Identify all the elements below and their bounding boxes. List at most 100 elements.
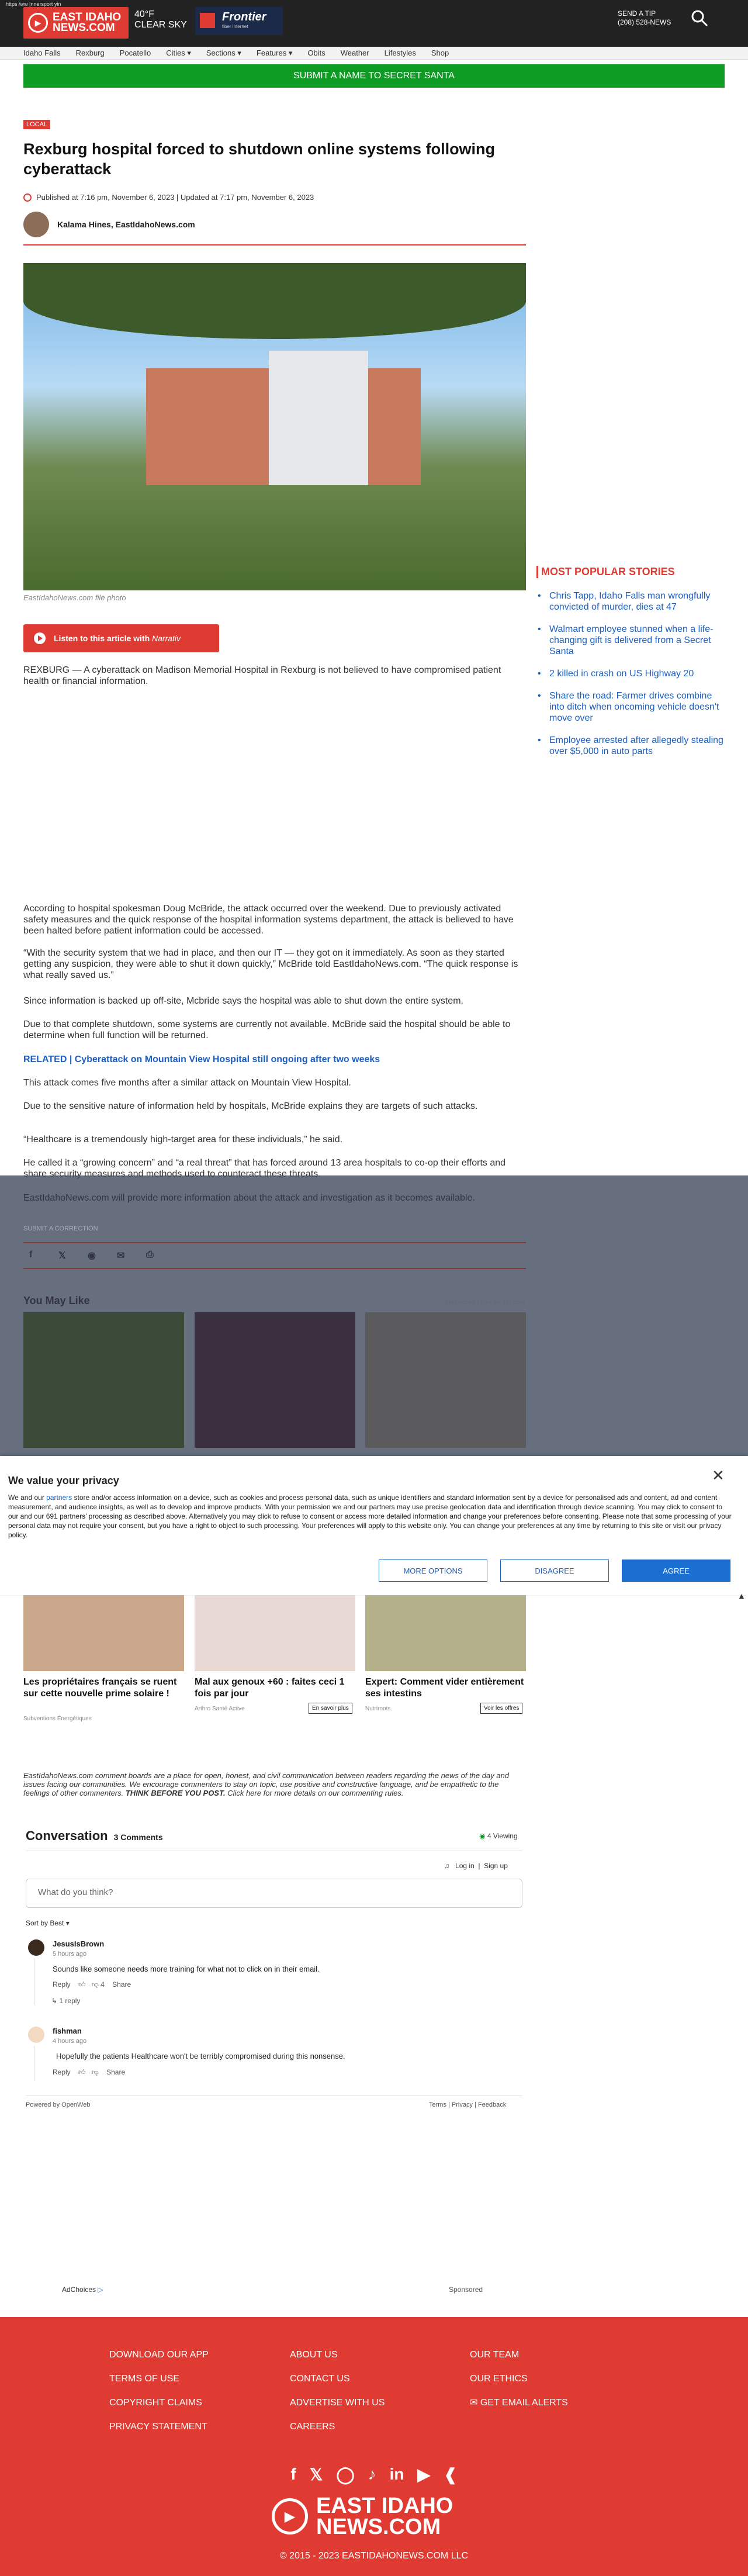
disagree-button[interactable]: DISAGREE [500,1560,609,1582]
sponsored-card-image[interactable] [195,1595,355,1671]
powered-by-openweb[interactable]: Powered by OpenWeb [26,2101,90,2108]
site-logo[interactable]: ▶ EAST IDAHO NEWS.COM [23,7,129,39]
replies-toggle[interactable]: ↳ 1 reply [51,1997,80,2005]
nav-item-pocatello[interactable]: Pocatello [120,49,151,57]
facebook-icon[interactable]: f [290,2465,296,2484]
bell-icon[interactable]: ♫ [444,1862,449,1870]
commenting-rules-link[interactable]: Click here for more details on our comme… [226,1789,403,1797]
thumbs-up-icon[interactable]: 👍︎ [78,1980,86,1989]
signup-link[interactable]: Sign up [484,1862,508,1870]
linkedin-icon[interactable]: in [390,2465,404,2484]
partners-link[interactable]: partners [46,1493,72,1502]
login-link[interactable]: Log in [455,1862,475,1870]
search-icon[interactable] [691,9,708,27]
footer-link[interactable]: OUR ETHICS [470,2367,568,2391]
chevron-up-icon[interactable]: ▲ [737,1591,746,1600]
nav-item-rexburg[interactable]: Rexburg [76,49,105,57]
footer-link[interactable]: DOWNLOAD OUR APP [109,2343,209,2367]
reddit-icon[interactable]: ◉ [88,1250,99,1261]
popular-story-link[interactable]: Chris Tapp, Idaho Falls man wrongfully c… [538,590,725,613]
facebook-icon[interactable]: f [29,1250,41,1261]
popular-story-link[interactable]: Employee arrested after allegedly steali… [538,735,725,757]
print-icon[interactable]: ⎙ [146,1250,158,1261]
sponsored-card-image[interactable] [365,1595,526,1671]
footer-logo[interactable]: ▶ EAST IDAHO NEWS.COM [272,2495,453,2538]
nav-item-lifestyles[interactable]: Lifestyles [385,49,416,57]
tip-phone: (208) 528-NEWS [618,18,671,26]
sort-dropdown[interactable]: Sort by Best ▾ [26,1919,70,1927]
footer-link[interactable]: CAREERS [290,2415,385,2439]
popular-story-link[interactable]: Share the road: Farmer drives combine in… [538,690,725,724]
learn-more-button[interactable]: En savoir plus [309,1703,352,1714]
reply-button[interactable]: Reply [53,2068,71,2076]
footer-link[interactable]: ABOUT US [290,2343,385,2367]
thumbs-up-icon[interactable]: 👍︎ [78,2068,86,2076]
taboola-label[interactable]: Sponsored Links by Taboola [444,1299,525,1306]
nav-item-sections[interactable]: Sections ▾ [206,49,241,58]
x-icon[interactable]: 𝕏 [310,2465,323,2484]
sponsored-card-image[interactable] [195,1312,355,1448]
footer-link[interactable]: OUR TEAM [470,2343,568,2367]
agree-button[interactable]: AGREE [622,1560,730,1582]
send-tip-link[interactable]: SEND A TIP (208) 528-NEWS [618,9,671,27]
chevron-down-icon: ▾ [65,1919,70,1927]
comment-author[interactable]: JesusIsBrown [53,1939,104,1948]
thumbs-down-icon[interactable]: 👎︎ [92,2068,99,2076]
category-tag[interactable]: LOCAL [23,120,51,129]
sponsored-card-title[interactable]: Les propriétaires français se ruent sur … [23,1676,184,1700]
frontier-ad[interactable]: Frontier fiber internet [195,7,283,35]
nav-item-features[interactable]: Features ▾ [257,49,292,58]
footer-link[interactable]: PRIVACY STATEMENT [109,2415,209,2439]
footer-link[interactable]: CONTACT US [290,2367,385,2391]
related-link[interactable]: RELATED | Cyberattack on Mountain View H… [23,1054,526,1065]
disclaimer-bold: THINK BEFORE YOU POST. [125,1789,226,1797]
privacy-text: We and our partners store and/or access … [8,1493,733,1540]
nav-item-idaho-falls[interactable]: Idaho Falls [23,49,61,57]
sponsored-card-title[interactable]: Mal aux genoux +60 : faites ceci 1 fois … [195,1676,355,1700]
x-icon[interactable]: 𝕏 [58,1250,70,1261]
email-icon[interactable]: ✉ [117,1250,129,1261]
sponsored-card-title[interactable]: Expert: Comment vider entièrement ses in… [365,1676,526,1700]
sponsored-card-image[interactable] [365,1312,526,1448]
reply-button[interactable]: Reply [53,1980,71,1989]
close-icon[interactable]: ✕ [712,1467,725,1485]
sponsored-card-image[interactable] [23,1595,184,1671]
comment-count: 3 Comments [113,1832,163,1842]
nav-item-shop[interactable]: Shop [431,49,449,57]
nav-item-cities[interactable]: Cities ▾ [166,49,191,58]
footer-link[interactable]: COPYRIGHT CLAIMS [109,2391,209,2415]
share-button[interactable]: Share [106,2068,125,2076]
instagram-icon[interactable]: ◯ [336,2465,354,2484]
weather-widget[interactable]: 40°F CLEAR SKY [134,9,187,30]
view-offers-button[interactable]: Voir les offres [480,1703,523,1714]
listen-button[interactable]: Listen to this article with Narrativ [23,624,219,652]
popular-story-link[interactable]: Walmart employee stunned when a life-cha… [538,624,725,657]
sponsored-card-image[interactable] [23,1312,184,1448]
footer-link[interactable]: ADVERTISE WITH US [290,2391,385,2415]
youtube-icon[interactable]: ▶ [418,2465,431,2484]
main-nav: Idaho Falls Rexburg Pocatello Cities ▾ S… [0,47,748,60]
photo-tree [23,263,526,339]
avatar[interactable] [28,2027,44,2043]
submit-correction-link[interactable]: SUBMIT A CORRECTION [23,1225,98,1232]
adchoices-icon: ▷ [98,2285,103,2294]
comment-author[interactable]: fishman [53,2027,82,2035]
author-name[interactable]: Kalama Hines, EastIdahoNews.com [57,220,195,229]
adchoices-label: AdChoices [62,2285,96,2294]
openweb-links[interactable]: Terms | Privacy | Feedback [429,2101,506,2108]
comment-time: 4 hours ago [53,2038,87,2045]
rss-icon[interactable]: ❰ [444,2465,457,2484]
footer-link[interactable]: TERMS OF USE [109,2367,209,2391]
avatar[interactable] [28,1939,44,1956]
more-options-button[interactable]: MORE OPTIONS [379,1560,487,1582]
nav-item-weather[interactable]: Weather [341,49,369,57]
nav-item-obits[interactable]: Obits [307,49,325,57]
secret-santa-banner[interactable]: SUBMIT A NAME TO SECRET SANTA [23,64,725,88]
email-alerts-link[interactable]: ✉ GET EMAIL ALERTS [470,2391,568,2415]
popular-story-link[interactable]: 2 killed in crash on US Highway 20 [538,668,725,679]
comment-input[interactable]: What do you think? [26,1879,522,1908]
share-button[interactable]: Share [112,1980,131,1989]
thumbs-down-icon[interactable]: 👎︎ [92,1980,99,1989]
tiktok-icon[interactable]: ♪ [368,2465,376,2484]
adchoices-link[interactable]: AdChoices ▷ [62,2285,103,2294]
